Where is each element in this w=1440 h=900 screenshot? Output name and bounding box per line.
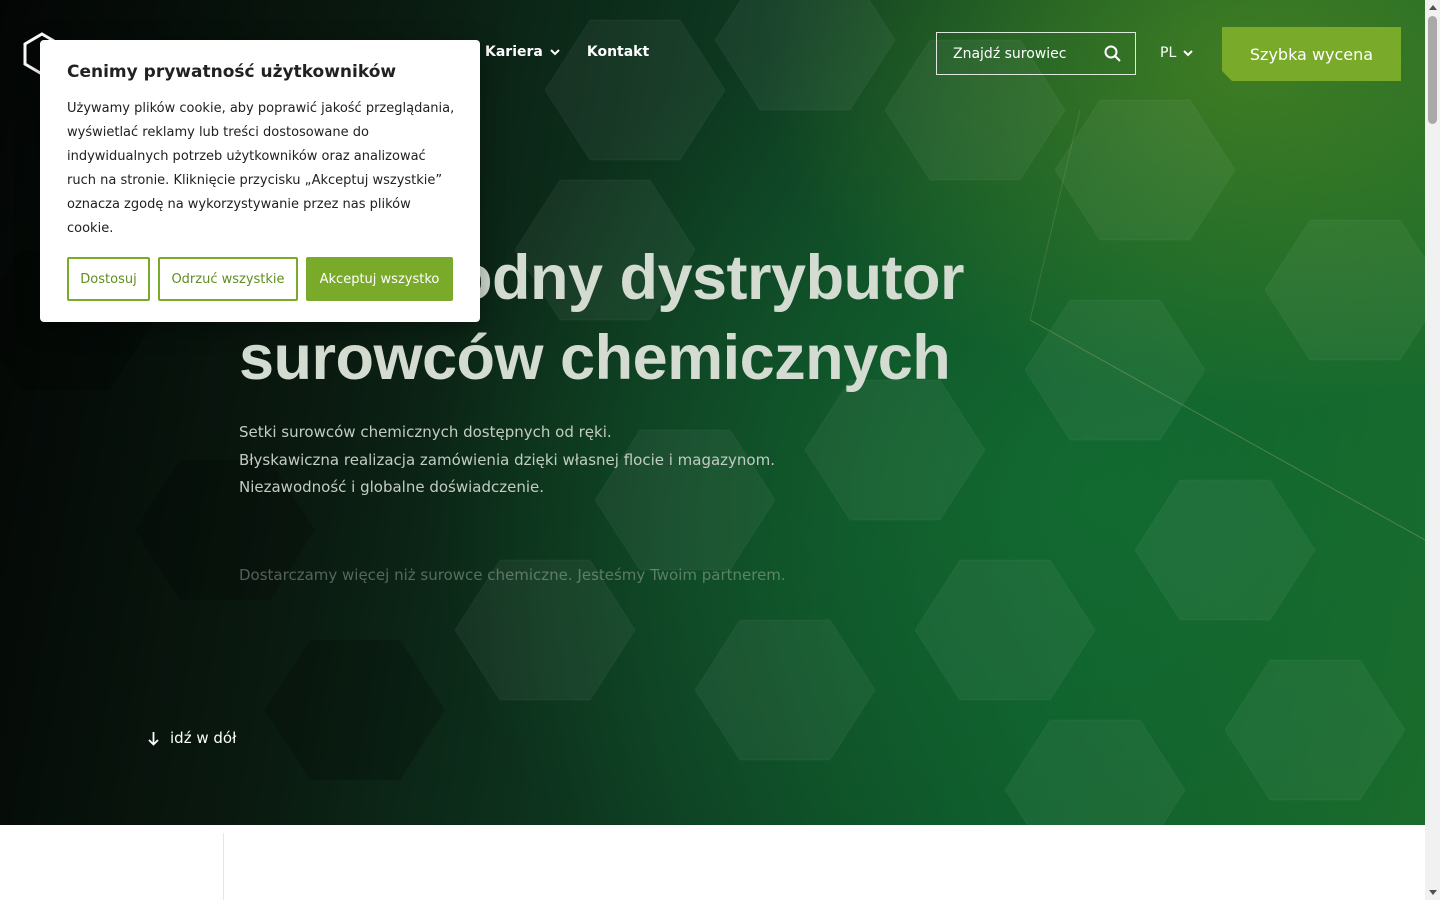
- hero-subtitle: Dostarczamy więcej niż surowce chemiczne…: [239, 566, 786, 584]
- page-scrollbar[interactable]: [1425, 0, 1440, 900]
- language-selector[interactable]: PL: [1160, 45, 1194, 61]
- quick-quote-button[interactable]: Szybka wycena: [1222, 27, 1401, 81]
- nav-item-label: Kontakt: [586, 44, 650, 60]
- hero-line: Setki surowców chemicznych dostępnych od…: [239, 423, 612, 441]
- scroll-down-label: idź w dół: [170, 729, 237, 747]
- scroll-thumb[interactable]: [1428, 16, 1437, 124]
- cookie-text: Używamy plików cookie, aby poprawić jako…: [67, 101, 455, 236]
- customize-button[interactable]: Dostosuj: [67, 257, 150, 301]
- quick-quote-label: Szybka wycena: [1249, 44, 1374, 64]
- main-nav: Kariera Kontakt: [485, 44, 649, 60]
- scroll-down-link[interactable]: idź w dół: [147, 729, 236, 747]
- nav-item-label: Kariera: [485, 44, 543, 60]
- hero-line: Niezawodność i globalne doświadczenie.: [239, 478, 545, 496]
- scroll-up-arrow-icon[interactable]: [1429, 5, 1437, 10]
- search-box: [936, 32, 1136, 75]
- chevron-down-icon: [550, 49, 560, 56]
- chevron-down-icon: [1183, 50, 1193, 57]
- accept-all-button[interactable]: Akceptuj wszystko: [306, 257, 453, 301]
- reject-all-button[interactable]: Odrzuć wszystkie: [158, 257, 298, 301]
- scroll-down-arrow-icon[interactable]: [1429, 890, 1437, 895]
- hero-title-line-2: surowców chemicznych: [239, 323, 951, 393]
- hero-description: Setki surowców chemicznych dostępnych od…: [239, 419, 775, 502]
- cookie-consent-dialog: Cenimy prywatność użytkowników Używamy p…: [40, 40, 480, 322]
- search-icon[interactable]: [1104, 45, 1121, 62]
- cookie-title: Cenimy prywatność użytkowników: [67, 62, 397, 82]
- cookie-buttons: Dostosuj Odrzuć wszystkie Akceptuj wszys…: [67, 257, 453, 301]
- hero-line: Błyskawiczna realizacja zamówienia dzięk…: [239, 450, 775, 469]
- arrow-down-icon: [148, 731, 159, 746]
- search-input[interactable]: [953, 45, 1093, 62]
- section-divider: [223, 833, 224, 900]
- nav-item-kontakt[interactable]: Kontakt: [587, 44, 649, 60]
- nav-item-kariera[interactable]: Kariera: [485, 44, 561, 60]
- language-label: PL: [1160, 45, 1177, 61]
